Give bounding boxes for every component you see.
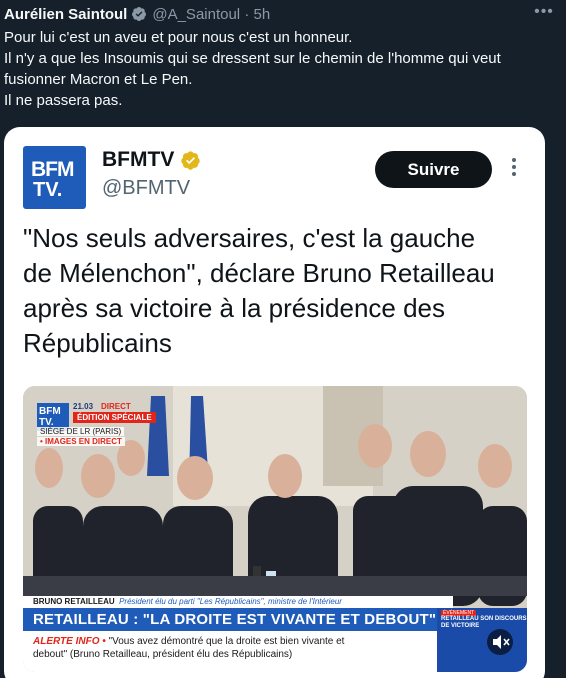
more-horizontal-icon[interactable]: •••: [534, 4, 554, 23]
quoted-text-line: Républicains: [23, 328, 172, 358]
quoted-text-line: après sa victoire à la présidence des: [23, 293, 446, 323]
tweet-line: Il ne passera pas.: [4, 92, 123, 109]
tweet-line: Pour lui c'est un aveu et pour nous c'es…: [4, 29, 353, 46]
quoted-tweet-text: "Nos seuls adversaires, c'est la gauche …: [23, 221, 533, 361]
follow-button[interactable]: Suivre: [375, 151, 492, 188]
alert-ticker: ALERTE INFO • "Vous avez démontré que la…: [23, 631, 437, 672]
quoted-text-line: "Nos seuls adversaires, c'est la gauche: [23, 223, 476, 253]
author-handle[interactable]: @A_Saintoul · 5h: [152, 6, 270, 23]
tweet-header: Aurélien Saintoul @A_Saintoul · 5h •••: [4, 3, 558, 25]
edition-banner: ÉDITION SPÉCIALE: [73, 412, 156, 423]
images-direct-label: • IMAGES EN DIRECT: [37, 437, 125, 446]
speaker-muted-icon[interactable]: [487, 629, 513, 655]
event-side-panel: ÉVÉNEMENT RETAILLEAU SON DISCOURS DE VIC…: [437, 608, 527, 672]
tweet-line: fusionner Macron et Le Pen.: [4, 71, 193, 88]
lower-third-headline: RETAILLEAU : "LA DROITE EST VIVANTE ET D…: [23, 608, 437, 631]
video-media[interactable]: BFM TV. 21.03 DIRECT ÉDITION SPÉCIALE SI…: [23, 386, 527, 672]
quoted-author-name[interactable]: BFMTV: [102, 148, 201, 172]
location-label: SIÈGE DE LR (PARIS): [37, 427, 125, 436]
broadcast-time: 21.03: [73, 402, 94, 411]
quoted-text-line: de Mélenchon", déclare Bruno Retailleau: [23, 258, 495, 288]
live-label: DIRECT: [101, 402, 131, 411]
lower-third-name: BRUNO RETAILLEAU Président élu du parti …: [23, 596, 453, 608]
quoted-author-handle[interactable]: @BFMTV: [102, 177, 190, 200]
gold-verified-badge-icon: [181, 150, 201, 170]
tweet-time: 5h: [253, 5, 271, 23]
author-name[interactable]: Aurélien Saintoul: [4, 6, 127, 23]
verified-badge-icon: [132, 7, 147, 21]
more-vertical-icon[interactable]: [509, 158, 519, 182]
tweet-text: Pour lui c'est un aveu et pour nous c'es…: [4, 27, 560, 111]
bfmtv-avatar[interactable]: BFM TV.: [23, 146, 86, 209]
quoted-tweet-card[interactable]: BFM TV. BFMTV @BFMTV Suivre "Nos seuls a…: [4, 127, 545, 678]
tweet-line: Il n'y a que les Insoumis qui se dressen…: [4, 50, 501, 67]
